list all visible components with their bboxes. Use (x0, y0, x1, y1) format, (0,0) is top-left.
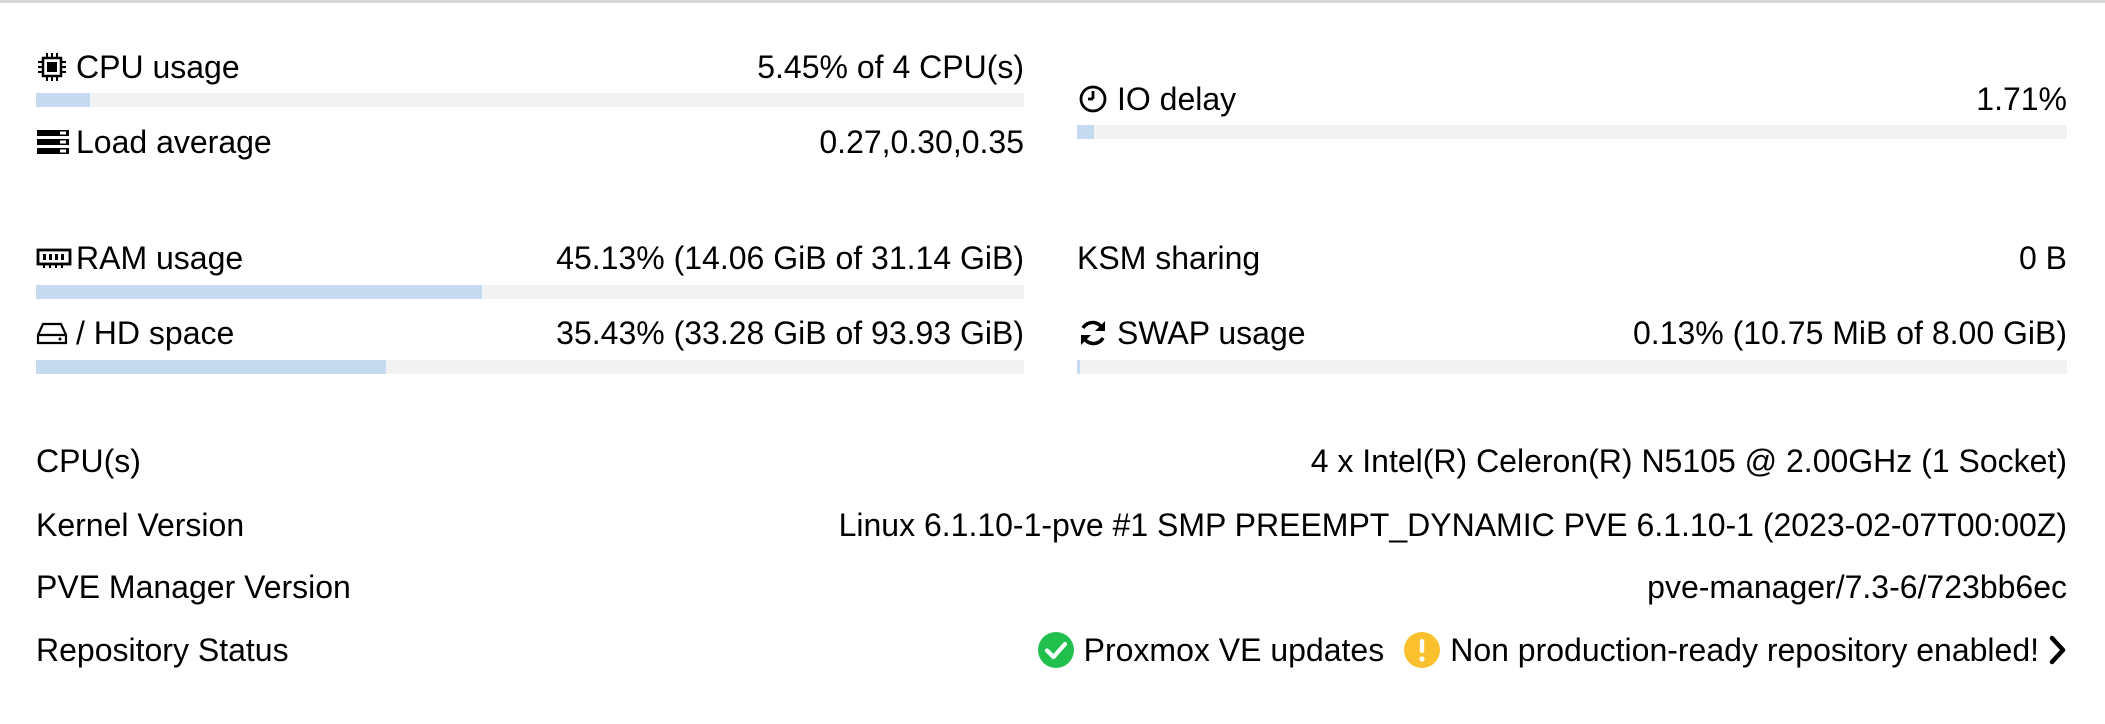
hd-space-bar-fill (36, 360, 387, 374)
ksm-sharing-value: 0 B (2018, 240, 2067, 276)
swap-usage-bar (1077, 360, 2067, 374)
ksm-sharing-row: KSM sharing 0 B (1077, 238, 2067, 278)
load-average-value: 0.27,0.30,0.35 (819, 124, 1024, 160)
hdd-icon (36, 313, 76, 353)
swap-usage-row: SWAP usage 0.13% (10.75 MiB of 8.00 GiB) (1077, 313, 2067, 353)
refresh-icon (1077, 313, 1117, 353)
kernel-version-label: Kernel Version (36, 507, 245, 543)
cpus-info-value: 4 x Intel(R) Celeron(R) N5105 @ 2.00GHz … (1310, 443, 2067, 479)
cpu-chip-icon (36, 47, 76, 87)
io-delay-label: IO delay (1117, 81, 1237, 117)
hd-space-row: / HD space 35.43% (33.28 GiB of 93.93 Gi… (36, 313, 1024, 353)
cpu-usage-label: CPU usage (76, 49, 240, 85)
memory-icon (36, 238, 76, 278)
warning-circle-icon (1402, 630, 1442, 670)
cpus-info-label: CPU(s) (36, 443, 141, 479)
load-average-row: Load average 0.27,0.30,0.35 (36, 122, 1024, 162)
repo-ok-text: Proxmox VE updates (1083, 632, 1385, 668)
pve-manager-version-value: pve-manager/7.3-6/723bb6ec (1647, 569, 2067, 605)
io-delay-bar (1077, 125, 2067, 139)
repository-status-value[interactable]: Proxmox VE updates Non production-ready … (1018, 630, 2067, 670)
hd-space-bar (36, 360, 1024, 374)
hd-space-label: / HD space (76, 315, 235, 351)
cpu-usage-row: CPU usage 5.45% of 4 CPU(s) (36, 47, 1024, 87)
repository-status-label: Repository Status (36, 632, 289, 668)
cpu-usage-bar-fill (36, 93, 90, 107)
kernel-version-row: Kernel Version Linux 6.1.10-1-pve #1 SMP… (36, 505, 2067, 545)
panel-top-border (0, 0, 2105, 3)
cpu-usage-bar (36, 93, 1024, 107)
hd-space-value: 35.43% (33.28 GiB of 93.93 GiB) (556, 315, 1024, 351)
cpus-info-row: CPU(s) 4 x Intel(R) Celeron(R) N5105 @ 2… (36, 441, 2067, 481)
chevron-right-icon[interactable] (2049, 635, 2067, 665)
ram-usage-bar-fill (36, 285, 482, 299)
clock-icon (1077, 79, 1117, 119)
repo-warning-text: Non production-ready repository enabled! (1450, 632, 2039, 668)
repo-ok-item: Proxmox VE updates (1036, 630, 1385, 670)
io-delay-row: IO delay 1.71% (1077, 79, 2067, 119)
ram-usage-value: 45.13% (14.06 GiB of 31.14 GiB) (556, 240, 1024, 276)
server-stack-icon (36, 122, 76, 162)
repo-warning-item: Non production-ready repository enabled! (1402, 630, 2039, 670)
swap-usage-label: SWAP usage (1117, 315, 1306, 351)
repository-status-row: Repository Status Proxmox VE updates Non… (36, 630, 2067, 670)
load-average-label: Load average (76, 124, 272, 160)
io-delay-bar-fill (1077, 125, 1094, 139)
cpu-usage-value: 5.45% of 4 CPU(s) (757, 49, 1024, 85)
kernel-version-value: Linux 6.1.10-1-pve #1 SMP PREEMPT_DYNAMI… (838, 507, 2067, 543)
pve-manager-version-row: PVE Manager Version pve-manager/7.3-6/72… (36, 567, 2067, 607)
ram-usage-label: RAM usage (76, 240, 244, 276)
ram-usage-bar (36, 285, 1024, 299)
check-circle-icon (1036, 630, 1076, 670)
swap-usage-bar-fill (1077, 360, 1080, 374)
swap-usage-value: 0.13% (10.75 MiB of 8.00 GiB) (1633, 315, 2067, 351)
io-delay-value: 1.71% (1976, 81, 2067, 117)
ksm-sharing-label: KSM sharing (1077, 240, 1261, 276)
pve-manager-version-label: PVE Manager Version (36, 569, 351, 605)
ram-usage-row: RAM usage 45.13% (14.06 GiB of 31.14 GiB… (36, 238, 1024, 278)
